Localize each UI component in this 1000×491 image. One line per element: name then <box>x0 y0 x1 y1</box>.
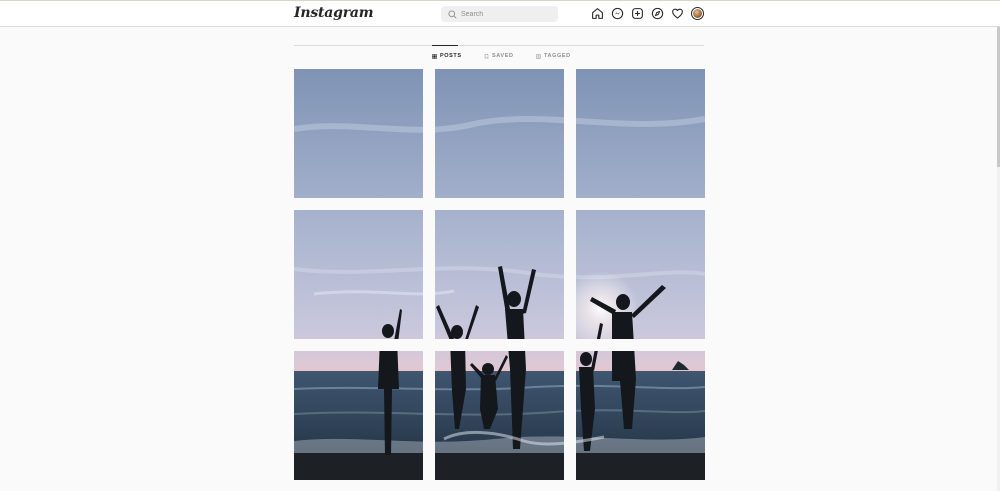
tag-icon <box>536 53 541 59</box>
post-tile-9[interactable] <box>576 351 705 480</box>
tabs-divider <box>294 45 704 46</box>
post-tile-2[interactable] <box>435 69 564 198</box>
post-image <box>576 351 705 480</box>
tab-tagged[interactable]: TAGGED <box>536 53 571 59</box>
active-tab-indicator <box>432 45 458 46</box>
search-icon <box>448 9 457 19</box>
search-input[interactable] <box>461 10 551 18</box>
post-tile-5[interactable] <box>435 210 564 339</box>
tab-tagged-label: TAGGED <box>544 53 571 59</box>
post-image <box>294 351 423 480</box>
post-image <box>576 69 705 198</box>
post-image <box>576 210 705 339</box>
top-navigation-bar: Instagram <box>0 0 1000 27</box>
tab-saved-label: SAVED <box>492 53 514 59</box>
tab-posts-label: POSTS <box>440 53 462 59</box>
avatar-image <box>693 9 702 18</box>
tab-posts[interactable]: POSTS <box>432 53 462 59</box>
post-image <box>294 210 423 339</box>
messenger-icon[interactable] <box>611 7 624 20</box>
explore-icon[interactable] <box>651 7 664 20</box>
post-tile-1[interactable] <box>294 69 423 198</box>
post-image <box>435 210 564 339</box>
tab-saved[interactable]: SAVED <box>484 53 514 59</box>
post-tile-3[interactable] <box>576 69 705 198</box>
post-tile-4[interactable] <box>294 210 423 339</box>
grid-icon <box>432 53 437 59</box>
nav-icons <box>591 7 704 20</box>
post-image <box>435 69 564 198</box>
new-post-icon[interactable] <box>631 7 644 20</box>
bookmark-icon <box>484 53 489 59</box>
post-tile-7[interactable] <box>294 351 423 480</box>
post-image <box>294 69 423 198</box>
post-tile-6[interactable] <box>576 210 705 339</box>
search-box[interactable] <box>441 6 558 22</box>
home-icon[interactable] <box>591 7 604 20</box>
post-tile-8[interactable] <box>435 351 564 480</box>
profile-avatar[interactable] <box>691 7 704 20</box>
instagram-logo[interactable]: Instagram <box>294 5 374 21</box>
post-image <box>435 351 564 480</box>
activity-heart-icon[interactable] <box>671 7 684 20</box>
